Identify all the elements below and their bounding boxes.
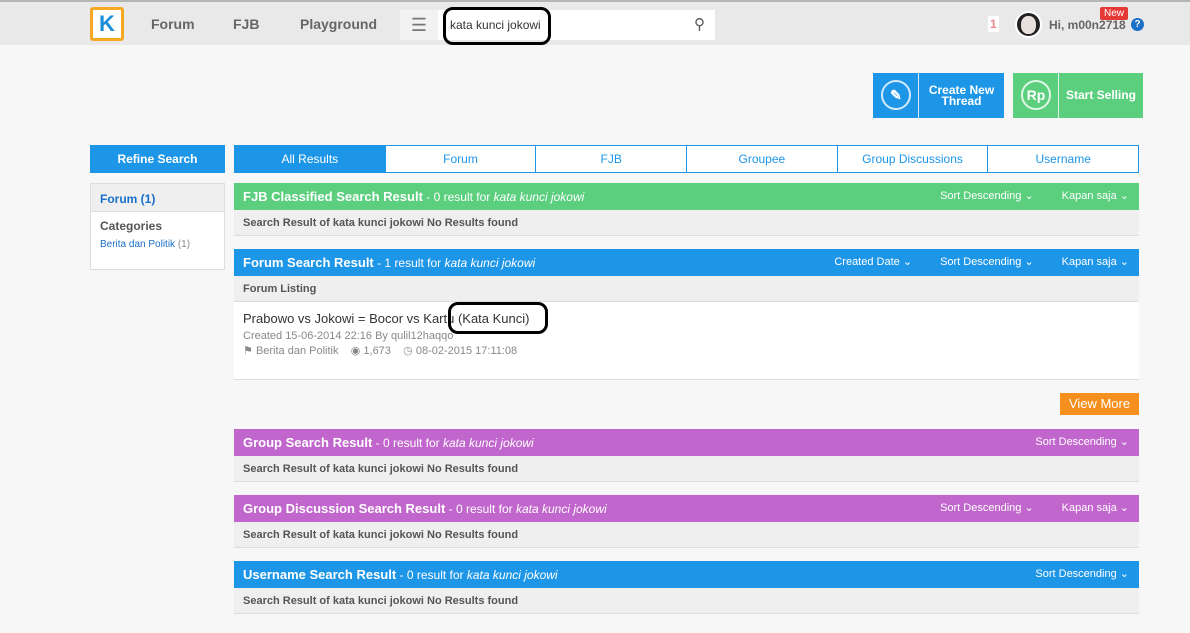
tab-forum[interactable]: Forum [385,145,537,173]
new-badge: New [1100,7,1129,20]
created-date-dropdown[interactable]: Created Date ⌄ [820,256,912,268]
categories-title: Categories [100,219,163,233]
list-item: Prabowo vs Jokowi = Bocor vs Kartu (Kata… [234,302,1139,380]
start-selling-button[interactable]: Rp Start Selling [1013,73,1143,118]
tab-group-discussions[interactable]: Group Discussions [837,145,989,173]
start-selling-label: Start Selling [1065,88,1136,102]
time-dropdown[interactable]: Kapan saja ⌄ [1048,256,1129,268]
tag-icon: ⚑ [243,345,253,357]
sort-dropdown[interactable]: Sort Descending ⌄ [926,190,1034,202]
annotation-ellipse [448,302,548,334]
forum-filter[interactable]: Forum (1) [91,184,224,212]
sort-dropdown[interactable]: Sort Descending ⌄ [926,502,1034,514]
user-greeting[interactable]: Hi, m00n2718 [1049,18,1126,32]
tab-username[interactable]: Username [988,145,1140,173]
kaskus-logo[interactable]: K [90,7,124,41]
sort-dropdown[interactable]: Sort Descending ⌄ [1021,436,1129,448]
fjb-no-results: Search Result of kata kunci jokowi No Re… [234,210,1139,236]
result-tabs: All Results Forum FJB Groupee Group Disc… [234,145,1140,173]
top-nav: K Forum FJB Playground ☰ kata kunci joko… [0,0,1190,45]
nav-fjb[interactable]: FJB [233,16,259,32]
avatar[interactable] [1015,11,1042,38]
view-count: 1,673 [363,345,391,357]
time-dropdown[interactable]: Kapan saja ⌄ [1048,502,1129,514]
annotation-ellipse [443,7,551,45]
category-link[interactable]: Berita dan Politik [100,239,175,250]
group-discussion-section-header: Group Discussion Search Result - 0 resul… [234,495,1139,522]
group-no-results: Search Result of kata kunci jokowi No Re… [234,456,1139,482]
nav-playground[interactable]: Playground [300,16,377,32]
forum-listing-label: Forum Listing [234,276,1139,302]
category-item[interactable]: Berita dan Politik (1) [91,233,224,256]
tab-groupee[interactable]: Groupee [687,145,838,173]
username-no-results: Search Result of kata kunci jokowi No Re… [234,588,1139,614]
nav-forum[interactable]: Forum [151,16,195,32]
create-thread-label: Create New Thread [928,82,995,108]
thread-title-link[interactable]: Prabowo vs Jokowi = Bocor vs Kartu (Kata… [243,311,1130,326]
create-thread-button[interactable]: ✎ Create New Thread [873,73,1004,118]
last-post-time: 08-02-2015 17:11:08 [415,345,518,357]
refine-search-button[interactable]: Refine Search [90,145,225,173]
group-discussion-no-results: Search Result of kata kunci jokowi No Re… [234,522,1139,548]
sort-dropdown[interactable]: Sort Descending ⌄ [1021,568,1129,580]
rupiah-icon: Rp [1021,80,1051,110]
view-more-button[interactable]: View More [1060,393,1139,415]
forum-section-header: Forum Search Result - 1 result for kata … [234,249,1139,276]
search-icon[interactable]: ⚲ [694,15,705,33]
thread-category[interactable]: Berita dan Politik [256,345,339,357]
tab-fjb[interactable]: FJB [536,145,688,173]
time-dropdown[interactable]: Kapan saja ⌄ [1048,190,1129,202]
tab-all-results[interactable]: All Results [234,145,386,173]
help-icon[interactable]: ? [1131,18,1144,31]
eye-icon: ◉ [350,345,361,357]
menu-icon[interactable]: ☰ [400,10,438,40]
group-section-header: Group Search Result - 0 result for kata … [234,429,1139,456]
fjb-section-header: FJB Classified Search Result - 0 result … [234,183,1139,210]
refine-panel: Forum (1) Categories Berita dan Politik … [90,183,225,270]
pencil-icon: ✎ [881,80,911,110]
notification-count[interactable]: 1 [988,16,999,32]
category-count: (1) [177,239,191,250]
clock-icon: ◷ [403,345,413,357]
sort-dropdown[interactable]: Sort Descending ⌄ [926,256,1034,268]
thread-created: Created 15-06-2014 22:16 By qulil12haqqo [243,330,454,342]
username-section-header: Username Search Result - 0 result for ka… [234,561,1139,588]
